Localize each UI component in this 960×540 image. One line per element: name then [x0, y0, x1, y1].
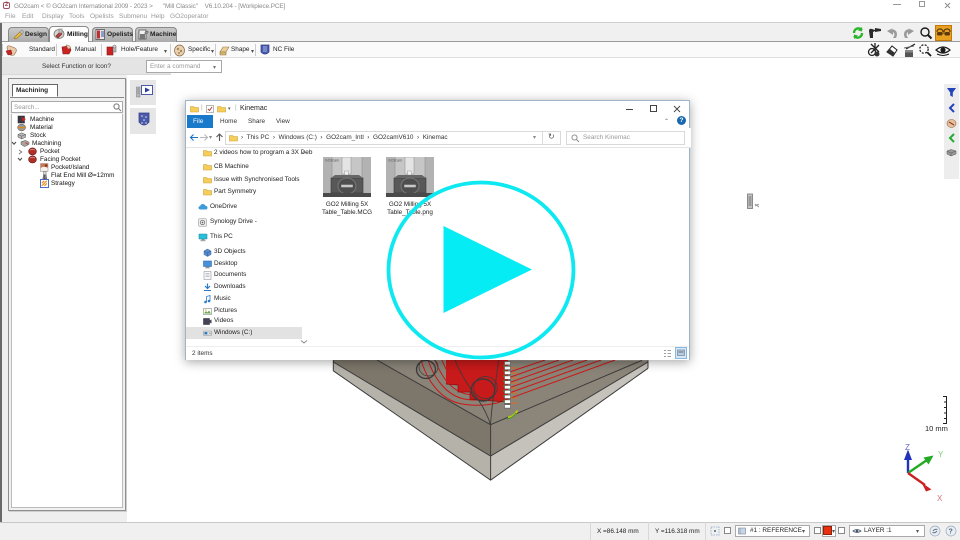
- svg-text:10 mm: 10 mm: [925, 424, 948, 433]
- svg-text:GO2cam: GO2cam: [325, 159, 339, 163]
- svg-text:?: ?: [949, 529, 953, 536]
- svg-text:GO2cam: GO2cam: [388, 159, 402, 163]
- svg-text:Z: Z: [905, 443, 910, 452]
- svg-text:Y: Y: [938, 450, 944, 459]
- svg-text:X: X: [937, 494, 943, 503]
